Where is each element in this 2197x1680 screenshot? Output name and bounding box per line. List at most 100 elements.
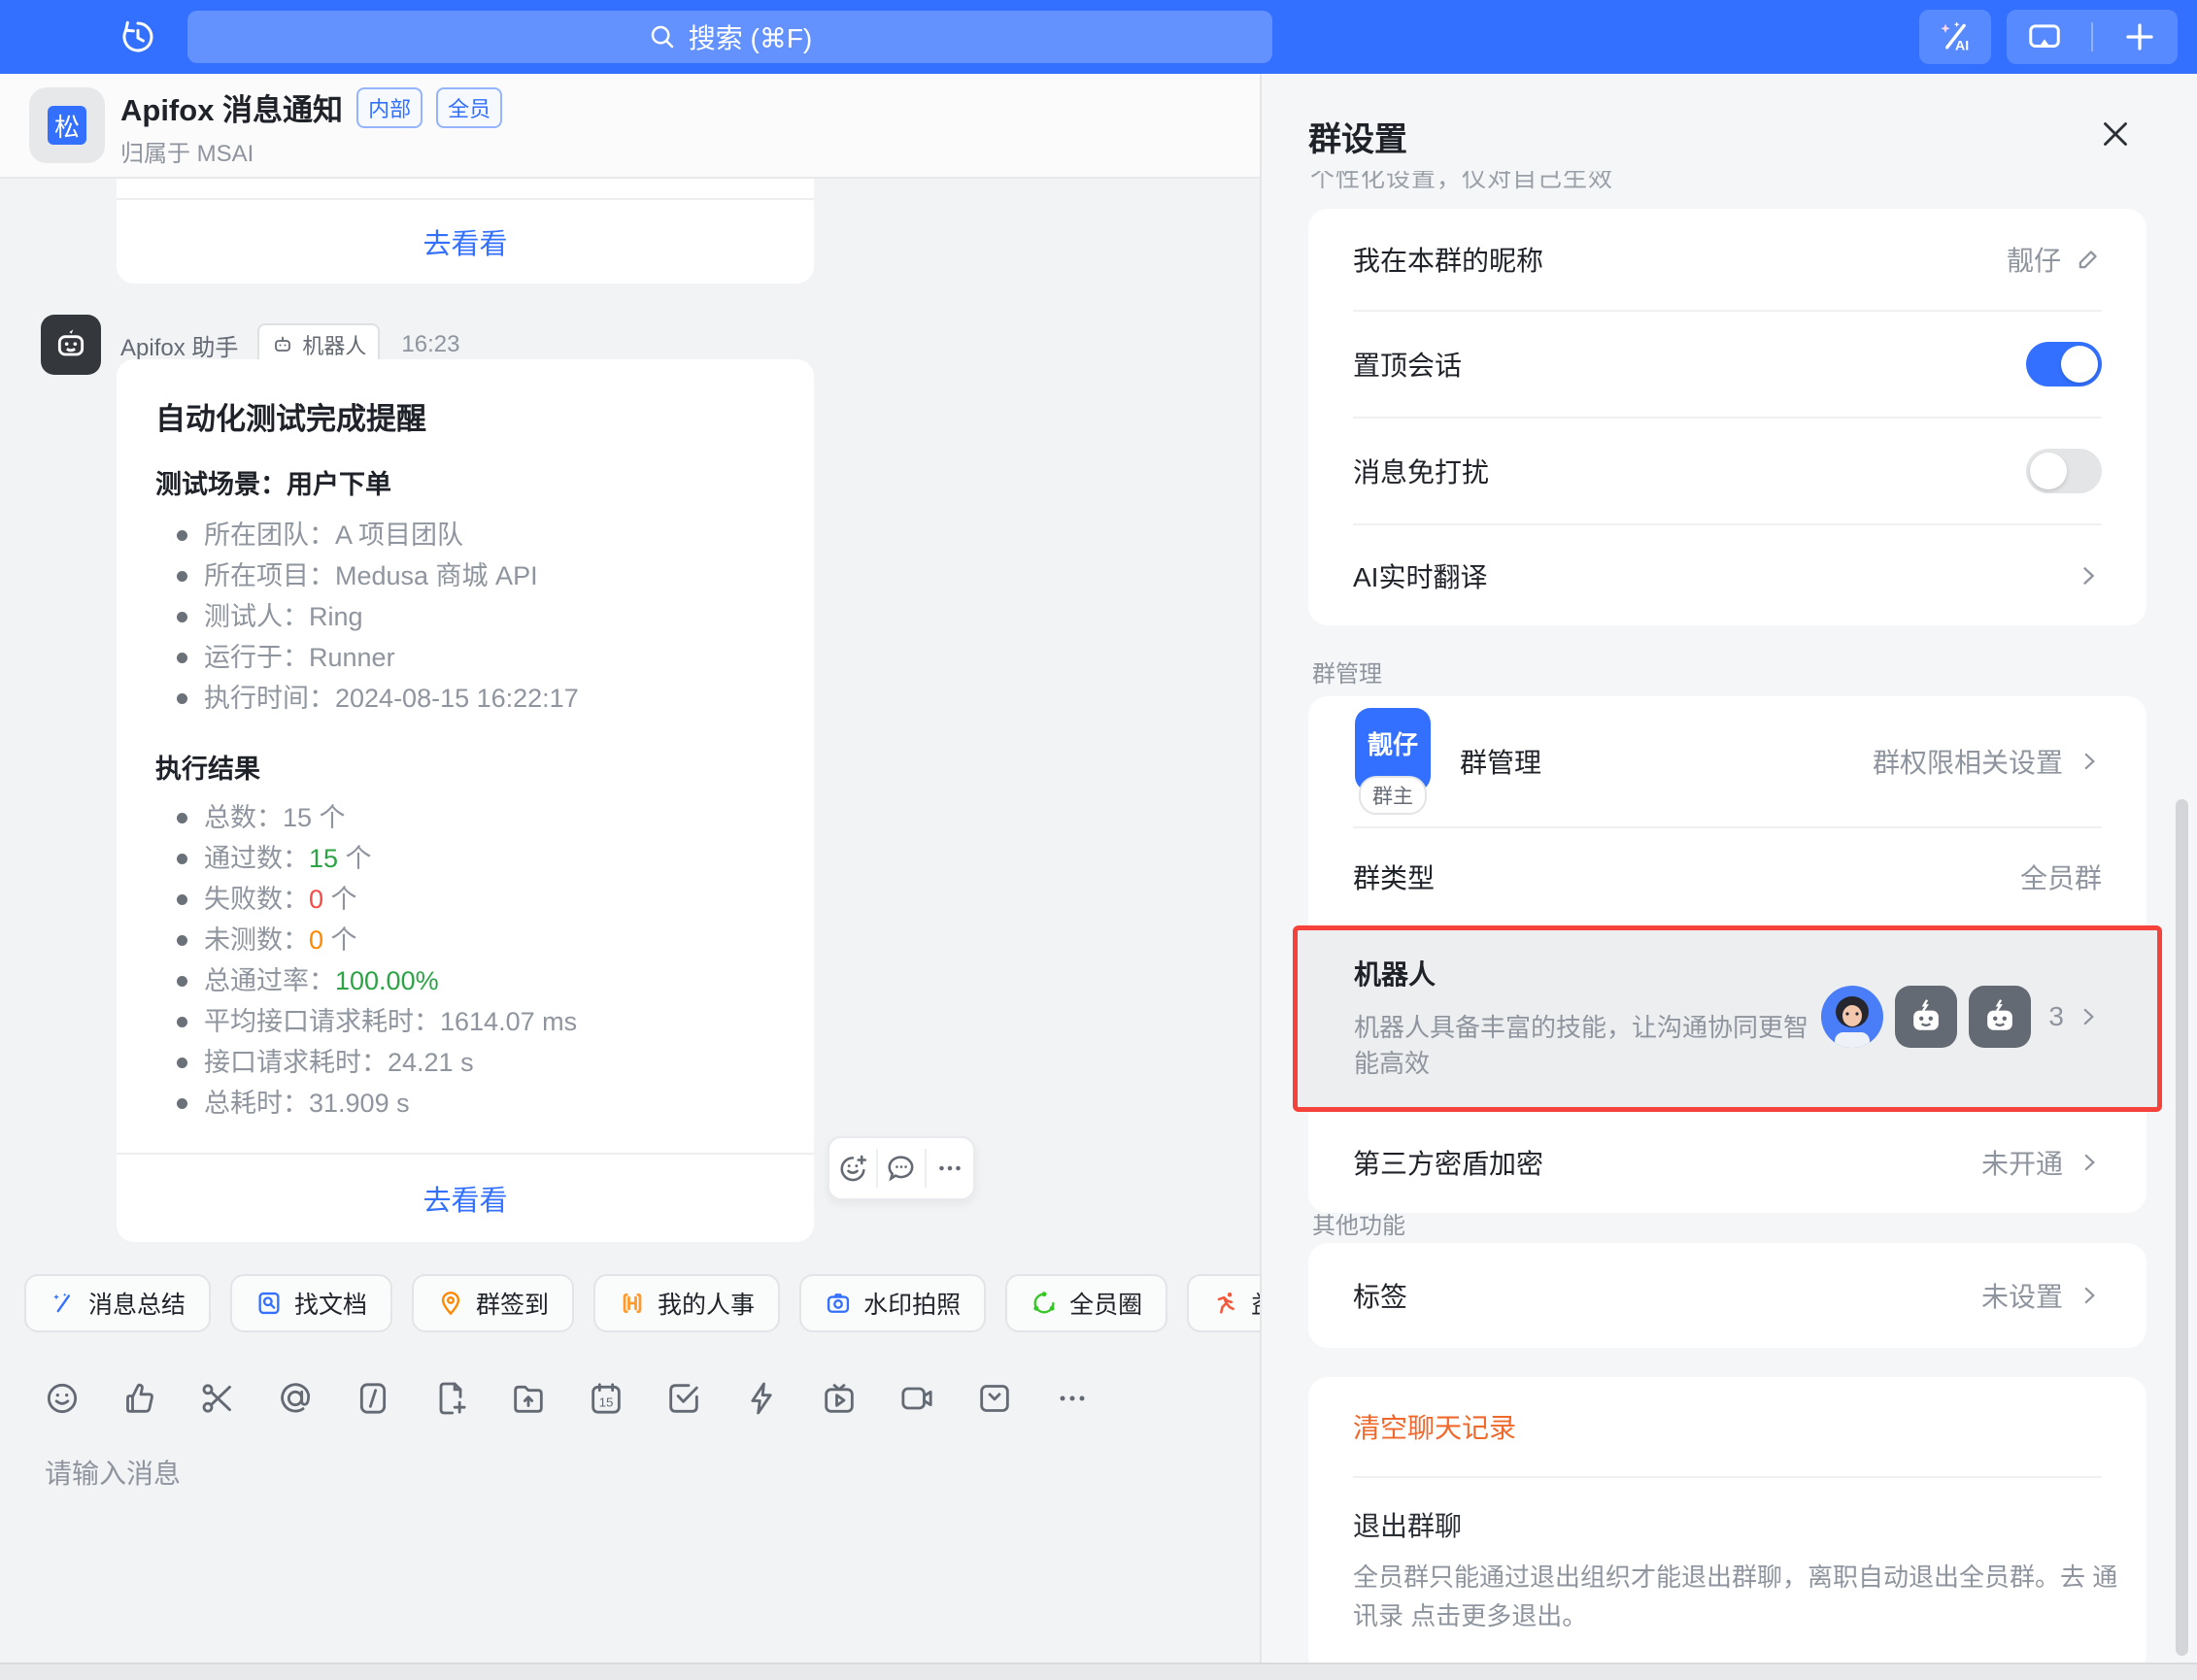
group-manage-card: 靓仔 群主 群管理 群权限相关设置 群类型 全员群 机器人 机	[1308, 696, 2146, 1213]
emoji-icon[interactable]	[43, 1379, 82, 1418]
chip-my-hr[interactable]: 我的人事	[593, 1274, 780, 1332]
owner-avatar: 靓仔 群主	[1353, 708, 1433, 815]
bots-row-highlighted[interactable]: 机器人 机器人具备丰富的技能，让沟通协同更智能高效 3	[1293, 925, 2162, 1112]
group-avatar-logo: 松	[48, 106, 86, 145]
pin-toggle[interactable]	[2026, 342, 2102, 386]
chevron-right-icon	[2077, 749, 2102, 774]
mention-icon[interactable]	[276, 1379, 315, 1418]
emoji-add-icon[interactable]	[829, 1138, 876, 1198]
quit-group-description: 全员群只能通过退出组织才能退出群聊，离职自动退出全员群。去 通讯录 点击更多退出…	[1353, 1558, 2120, 1635]
message-input[interactable]: 请输入消息	[45, 1453, 181, 1492]
robot-icon	[51, 325, 90, 364]
lightning-icon[interactable]	[742, 1379, 781, 1418]
more-icon[interactable]	[927, 1138, 973, 1198]
list-item: 所在项目：Medusa 商城 API	[171, 555, 775, 596]
camera-icon	[825, 1290, 852, 1317]
svg-text:15: 15	[599, 1394, 614, 1409]
chevron-right-icon	[2077, 1283, 2102, 1308]
folder-upload-icon[interactable]	[509, 1379, 548, 1418]
calendar-icon[interactable]: 15	[587, 1379, 625, 1418]
member-avatar	[1821, 986, 1883, 1048]
file-add-icon[interactable]	[431, 1379, 470, 1418]
card-info-list: 所在团队：A 项目团队 所在项目：Medusa 商城 API 测试人：Ring …	[171, 515, 775, 719]
bots-label: 机器人	[1354, 954, 1821, 992]
tags-card: 标签 未设置	[1308, 1243, 2146, 1348]
screen-share-button[interactable]	[2007, 18, 2081, 55]
bot-avatar[interactable]	[41, 315, 101, 375]
bots-description: 机器人具备丰富的技能，让沟通协同更智能高效	[1354, 1008, 1821, 1080]
history-icon[interactable]	[115, 14, 161, 60]
clear-chat-row[interactable]: 清空聊天记录	[1308, 1377, 2146, 1476]
badge-internal: 内部	[356, 87, 422, 128]
bot-avatar	[1969, 986, 2031, 1048]
task-icon[interactable]	[664, 1379, 703, 1418]
scissors-icon[interactable]	[198, 1379, 237, 1418]
group-type-row: 群类型 全员群	[1308, 828, 2146, 925]
clear-chat-button[interactable]: 清空聊天记录	[1353, 1407, 1516, 1446]
list-item: 测试人：Ring	[171, 596, 775, 637]
search-icon	[648, 22, 677, 51]
ai-translate-row[interactable]: AI实时翻译	[1308, 525, 2146, 625]
tags-row[interactable]: 标签 未设置	[1308, 1243, 2146, 1348]
chat-title: Apifox 消息通知	[120, 85, 343, 129]
search-placeholder: 搜索 (⌘F)	[689, 17, 813, 56]
encryption-row[interactable]: 第三方密盾加密 未开通	[1308, 1112, 2146, 1213]
slash-command-icon[interactable]	[354, 1379, 392, 1418]
comment-icon[interactable]	[878, 1138, 925, 1198]
chip-find-doc[interactable]: 找文档	[230, 1274, 392, 1332]
window-actions-group	[2007, 10, 2178, 64]
quick-action-row: 消息总结 找文档 群签到 我的人事 水印拍照	[24, 1274, 1260, 1332]
chip-group-checkin[interactable]: 群签到	[412, 1274, 574, 1332]
message-card-test-report: 自动化测试完成提醒 测试场景：用户下单 所在团队：A 项目团队 所在项目：Med…	[117, 359, 814, 1242]
thumbs-up-icon[interactable]	[120, 1379, 159, 1418]
doc-search-icon	[255, 1290, 283, 1317]
nickname-row[interactable]: 我在本群的昵称 靓仔	[1308, 209, 2146, 310]
go-see-link[interactable]: 去看看	[422, 1178, 507, 1219]
video-clip-icon[interactable]	[820, 1379, 859, 1418]
location-pin-icon	[437, 1290, 464, 1317]
group-manage-row[interactable]: 靓仔 群主 群管理 群权限相关设置	[1308, 696, 2146, 826]
magic-wand-icon	[50, 1290, 77, 1317]
message-hover-toolbar	[828, 1136, 975, 1200]
group-avatar[interactable]: 松	[29, 87, 105, 163]
group-type-value: 全员群	[2020, 857, 2102, 896]
list-item: 总耗时：31.909 s	[171, 1083, 775, 1124]
runner-icon	[1212, 1290, 1239, 1317]
card-result-list: 总数：15 个 通过数：15 个 失败数：0 个 未测数：0 个 总通过率：10…	[171, 797, 775, 1124]
mail-icon[interactable]	[975, 1379, 1014, 1418]
mute-toggle[interactable]	[2026, 449, 2102, 493]
chat-subtitle: 归属于 MSAI	[120, 134, 254, 168]
chip-all-circle[interactable]: 全员圈	[1005, 1274, 1167, 1332]
panel-scrollbar[interactable]	[2176, 799, 2188, 1656]
chip-yi-sport[interactable]: 益起动	[1187, 1274, 1260, 1332]
chevron-right-icon	[2076, 1004, 2101, 1029]
svg-text:AI: AI	[1955, 38, 1969, 53]
mute-row: 消息免打扰	[1308, 419, 2146, 523]
personal-settings-card: 我在本群的昵称 靓仔 置顶会话 消息免打扰 AI实时翻译	[1308, 209, 2146, 625]
message-list: 去看看 Apifox 助手	[0, 179, 1260, 1680]
new-chat-button[interactable]	[2103, 19, 2178, 54]
list-item: 通过数：15 个	[171, 838, 775, 879]
chip-message-summary[interactable]: 消息总结	[24, 1274, 211, 1332]
close-icon[interactable]	[2094, 113, 2137, 155]
bots-count: 3	[2048, 1001, 2064, 1032]
edit-pencil-icon[interactable]	[2075, 246, 2102, 273]
chip-watermark-camera[interactable]: 水印拍照	[799, 1274, 986, 1332]
list-item: 平均接口请求耗时：1614.07 ms	[171, 1001, 775, 1042]
more-icon[interactable]	[1053, 1379, 1092, 1418]
people-circle-icon	[1031, 1290, 1058, 1317]
quit-group-row: 退出群聊 全员群只能通过退出组织才能退出群聊，离职自动退出全员群。去 通讯录 点…	[1308, 1478, 2146, 1674]
quit-group-title: 退出群聊	[1353, 1505, 2102, 1544]
chevron-right-icon	[2075, 562, 2102, 589]
ai-translate-button[interactable]: AI	[1919, 10, 1991, 64]
screen-share-icon	[2026, 18, 2063, 55]
go-see-link[interactable]: 去看看	[422, 221, 507, 262]
sender-name[interactable]: Apifox 助手	[120, 328, 238, 362]
owner-badge: 群主	[1359, 776, 1427, 815]
topbar-divider	[2091, 22, 2093, 51]
search-input[interactable]: 搜索 (⌘F)	[187, 11, 1272, 63]
camera-icon[interactable]	[897, 1379, 936, 1418]
plus-icon	[2122, 19, 2157, 54]
chat-header: 松 Apifox 消息通知 内部 全员 归属于 MSAI	[0, 74, 1260, 179]
message-card-partial: 去看看	[117, 179, 814, 284]
